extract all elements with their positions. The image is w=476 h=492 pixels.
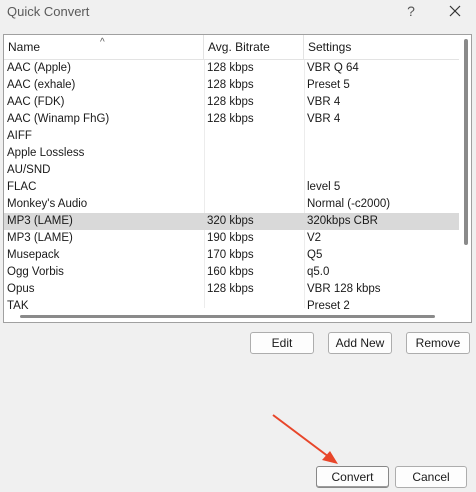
cell-settings: Normal (-c2000) xyxy=(307,198,391,210)
cell-bitrate: 160 kbps xyxy=(207,266,254,278)
column-header-row: Name ^ Avg. Bitrate Settings xyxy=(4,35,460,60)
cell-bitrate xyxy=(204,162,304,179)
preset-list[interactable]: Name ^ Avg. Bitrate Settings AAC (Apple)… xyxy=(3,34,472,323)
cell-settings: VBR Q 64 xyxy=(307,62,359,74)
cancel-button[interactable]: Cancel xyxy=(395,466,467,488)
table-row[interactable]: AAC (exhale) 128 kbps Preset 5 xyxy=(4,77,460,94)
close-icon[interactable] xyxy=(446,2,464,20)
cell-settings xyxy=(304,162,460,179)
cell-settings xyxy=(304,145,460,162)
quick-convert-dialog: Quick Convert ? Name ^ Avg. Bitrate Sett… xyxy=(0,0,476,492)
cell-settings: q5.0 xyxy=(307,266,330,278)
table-row[interactable]: Monkey's Audio Normal (-c2000) xyxy=(4,196,460,213)
cell-bitrate: 190 kbps xyxy=(207,232,254,244)
cell-name: AAC (exhale) xyxy=(7,79,76,91)
table-row[interactable]: AIFF xyxy=(4,128,460,145)
table-row[interactable]: FLAC level 5 xyxy=(4,179,460,196)
table-row[interactable]: AU/SND xyxy=(4,162,460,179)
cell-name: MP3 (LAME) xyxy=(7,232,73,244)
cell-settings: VBR 4 xyxy=(307,113,341,125)
cell-settings: Q5 xyxy=(307,249,323,261)
remove-button[interactable]: Remove xyxy=(406,332,470,354)
column-header-name-label: Name xyxy=(8,40,41,54)
table-row[interactable]: Apple Lossless xyxy=(4,145,460,162)
vertical-scrollbar-thumb[interactable] xyxy=(464,39,468,245)
cell-bitrate xyxy=(204,196,304,213)
cell-name: Apple Lossless xyxy=(7,147,85,159)
cell-settings: level 5 xyxy=(307,181,341,193)
cell-name: Monkey's Audio xyxy=(7,198,88,210)
cell-bitrate: 320 kbps xyxy=(207,215,254,227)
cell-name: AAC (FDK) xyxy=(7,96,65,108)
cell-name: AAC (Winamp FhG) xyxy=(7,113,110,125)
cell-bitrate: 128 kbps xyxy=(207,62,254,74)
cell-name: Ogg Vorbis xyxy=(7,266,64,278)
table-row[interactable]: Musepack 170 kbps Q5 xyxy=(4,247,460,264)
table-row[interactable]: MP3 (LAME) 320 kbps 320kbps CBR xyxy=(4,213,460,230)
cell-bitrate: 128 kbps xyxy=(207,79,254,91)
column-header-bitrate-label: Avg. Bitrate xyxy=(208,40,270,54)
table-row[interactable]: AAC (FDK) 128 kbps VBR 4 xyxy=(4,94,460,111)
cell-settings: VBR 4 xyxy=(307,96,341,108)
cell-bitrate: 128 kbps xyxy=(207,113,254,125)
title-bar: Quick Convert ? xyxy=(0,0,476,26)
cell-bitrate xyxy=(204,179,304,196)
column-header-name[interactable]: Name ^ xyxy=(4,35,204,59)
window-title: Quick Convert xyxy=(7,4,90,19)
cell-settings: VBR 128 kbps xyxy=(307,283,381,295)
table-row[interactable]: AAC (Apple) 128 kbps VBR Q 64 xyxy=(4,60,460,77)
cell-name: AU/SND xyxy=(7,164,51,176)
cell-bitrate: 128 kbps xyxy=(207,283,254,295)
cell-bitrate xyxy=(204,128,304,145)
cell-name: Opus xyxy=(7,283,35,295)
cell-name: FLAC xyxy=(7,181,37,193)
add-new-button[interactable]: Add New xyxy=(328,332,392,354)
vertical-scrollbar[interactable] xyxy=(459,35,471,322)
horizontal-scrollbar-thumb[interactable] xyxy=(20,315,435,318)
cell-settings xyxy=(304,128,460,145)
column-header-settings-label: Settings xyxy=(308,40,352,54)
cell-settings: V2 xyxy=(307,232,322,244)
table-body: AAC (Apple) 128 kbps VBR Q 64 AAC (exhale) 1… xyxy=(4,60,460,315)
convert-button[interactable]: Convert xyxy=(316,466,389,488)
cell-name: Musepack xyxy=(7,249,60,261)
table-row[interactable]: AAC (Winamp FhG) 128 kbps VBR 4 xyxy=(4,111,460,128)
column-header-bitrate[interactable]: Avg. Bitrate xyxy=(204,35,304,59)
scrollbar-corner xyxy=(459,310,471,322)
cell-bitrate: 170 kbps xyxy=(207,249,254,261)
help-button[interactable]: ? xyxy=(404,3,418,19)
cell-name: AIFF xyxy=(7,130,32,142)
table-row[interactable]: Ogg Vorbis 160 kbps q5.0 xyxy=(4,264,460,281)
column-header-settings[interactable]: Settings xyxy=(304,35,460,59)
horizontal-scrollbar[interactable] xyxy=(4,310,460,322)
cell-name: AAC (Apple) xyxy=(7,62,71,74)
cell-name: MP3 (LAME) xyxy=(7,215,73,227)
cell-bitrate: 128 kbps xyxy=(207,96,254,108)
sort-ascending-icon: ^ xyxy=(100,37,105,48)
table-row[interactable]: Opus 128 kbps VBR 128 kbps xyxy=(4,281,460,298)
table-row[interactable]: MP3 (LAME) 190 kbps V2 xyxy=(4,230,460,247)
cell-settings: Preset 5 xyxy=(307,79,350,91)
cell-settings: 320kbps CBR xyxy=(307,215,378,227)
cell-bitrate xyxy=(204,145,304,162)
edit-button[interactable]: Edit xyxy=(250,332,314,354)
